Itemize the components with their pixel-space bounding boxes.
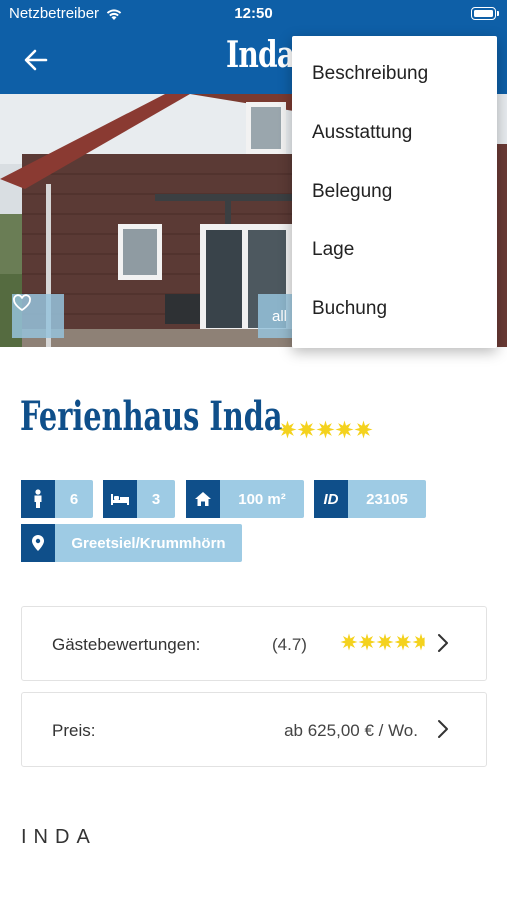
chip-bedrooms: 3 [103,480,175,518]
app-screen: Netzbetreiber 12:50 Inda all Beschreibun… [0,0,507,900]
area-value: 100 m² [238,490,286,508]
favorite-button[interactable] [12,294,64,338]
clock: 12:50 [234,5,273,22]
title-star-rating [278,420,373,439]
reviews-card[interactable]: Gästebewertungen: (4.7) [21,606,487,681]
chip-persons: 6 [21,480,93,518]
status-bar: Netzbetreiber 12:50 [0,0,507,28]
chevron-right-icon [438,634,448,652]
bedrooms-value: 3 [151,490,161,508]
chip-location[interactable]: Greetsiel/Krummhörn [21,524,242,562]
reviews-score: (4.7) [272,635,307,654]
nav-title: Inda [226,34,295,76]
battery-icon [471,7,499,20]
price-value: ab 625,00 € / Wo. [284,721,418,740]
location-pin-icon [21,524,55,562]
menu-item-belegung[interactable]: Belegung [312,181,392,203]
star-icon [297,420,316,439]
chip-area: 100 m² [186,480,304,518]
menu-item-beschreibung[interactable]: Beschreibung [312,63,428,85]
reviews-star-rating [340,633,430,651]
id-label-text: ID [323,490,339,508]
price-label: Preis: [52,721,96,740]
star-icon [335,420,354,439]
star-icon [412,633,425,651]
section-dropdown-menu: Beschreibung Ausstattung Belegung Lage B… [292,36,497,348]
star-icon [340,633,358,651]
chip-id: ID 23105 [314,480,426,518]
star-icon [278,420,297,439]
location-value: Greetsiel/Krummhörn [71,534,226,552]
property-title: Ferienhaus Inda [20,393,283,440]
reviews-label: Gästebewertungen: [52,635,201,654]
star-icon [354,420,373,439]
menu-item-buchung[interactable]: Buchung [312,298,387,320]
home-icon [186,480,220,518]
chevron-right-icon [438,720,448,738]
bed-icon [103,480,137,518]
star-icon [316,420,335,439]
star-icon [394,633,412,651]
star-icon [376,633,394,651]
persons-value: 6 [69,490,79,508]
star-icon [358,633,376,651]
person-icon [21,480,55,518]
id-label: ID [314,480,348,518]
heart-icon [13,294,31,312]
back-arrow-icon[interactable] [22,46,50,74]
menu-item-lage[interactable]: Lage [312,239,354,261]
price-card[interactable]: Preis: ab 625,00 € / Wo. [21,692,487,767]
menu-item-ausstattung[interactable]: Ausstattung [312,122,412,144]
id-value: 23105 [366,490,408,508]
footer-brand-label: INDA [21,826,97,848]
